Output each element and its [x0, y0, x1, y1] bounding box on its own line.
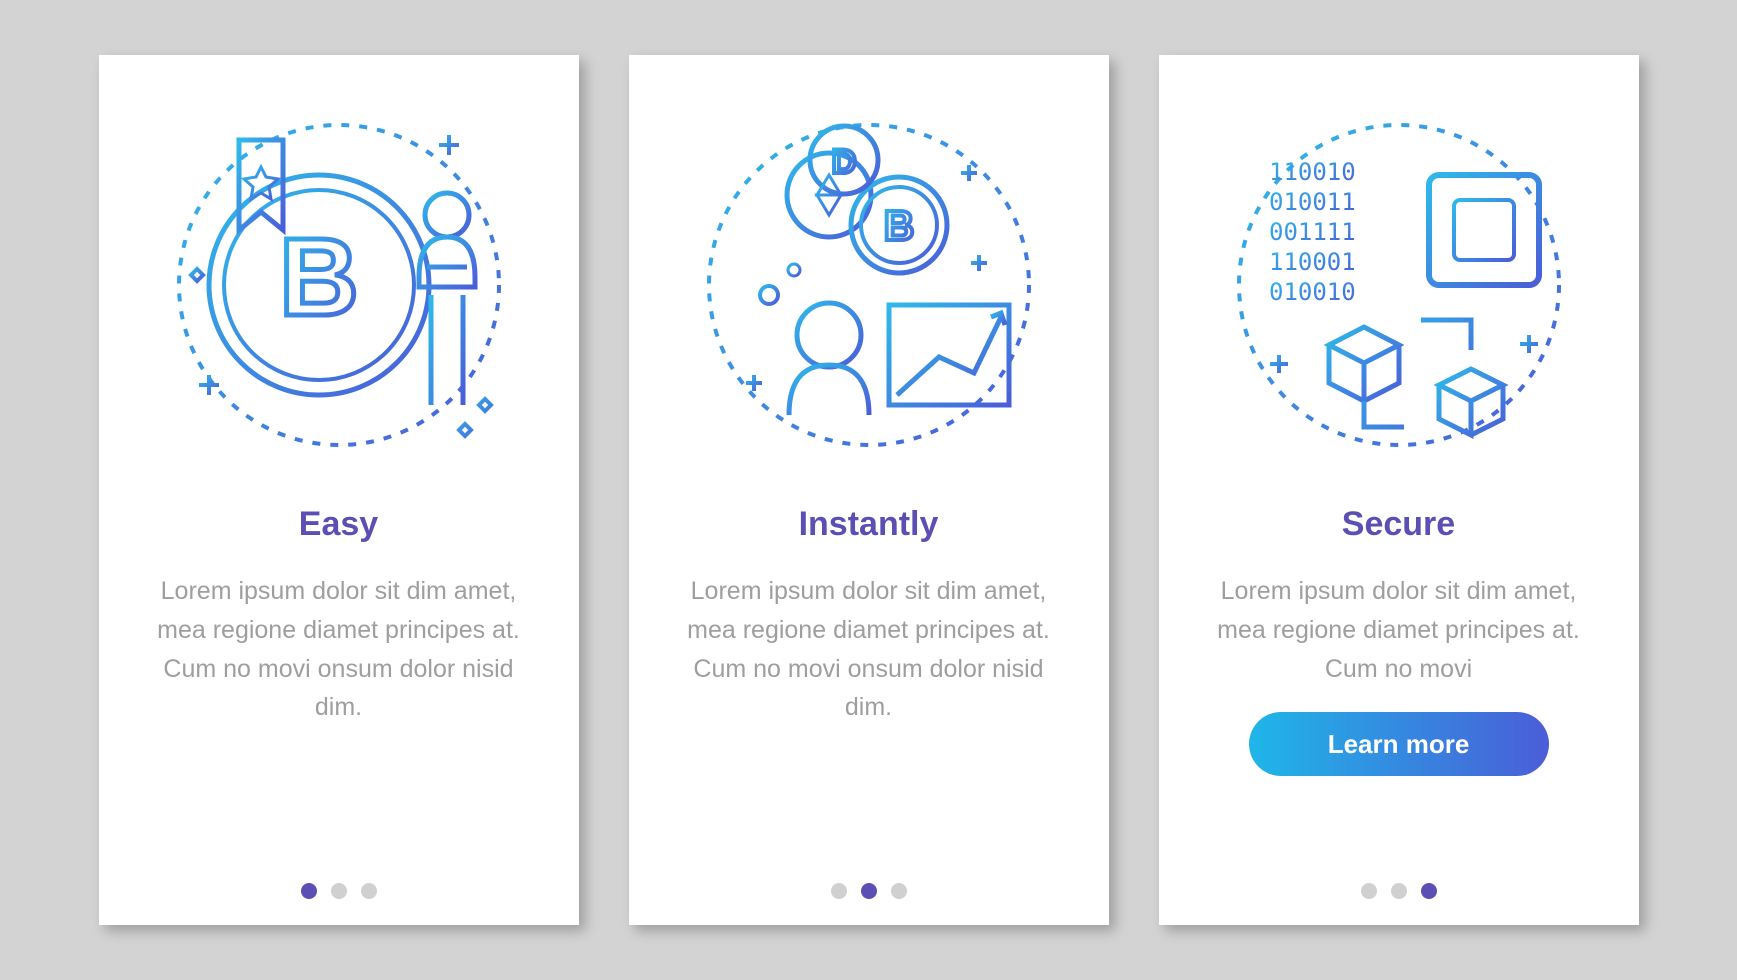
svg-text:D: D — [831, 143, 856, 181]
dot-3[interactable] — [361, 883, 377, 899]
onboarding-card-3: 110010 010011 001111 110001 010010 — [1159, 55, 1639, 925]
svg-text:010011: 010011 — [1269, 188, 1356, 216]
svg-text:010010: 010010 — [1269, 278, 1356, 306]
card-title: Secure — [1342, 505, 1455, 544]
dot-2[interactable] — [331, 883, 347, 899]
page-indicator — [831, 883, 907, 899]
card-description: Lorem ipsum dolor sit dim amet, mea regi… — [1209, 572, 1589, 688]
dot-2[interactable] — [861, 883, 877, 899]
svg-text:B: B — [883, 202, 913, 249]
page-indicator — [1361, 883, 1437, 899]
dot-1[interactable] — [831, 883, 847, 899]
svg-text:001111: 001111 — [1269, 218, 1356, 246]
dot-3[interactable] — [891, 883, 907, 899]
learn-more-button[interactable]: Learn more — [1249, 712, 1549, 776]
svg-text:B: B — [279, 216, 358, 339]
onboarding-card-2: B D Instantly Lorem ipsum dolor sit dim … — [629, 55, 1109, 925]
svg-text:110001: 110001 — [1269, 248, 1356, 276]
dot-1[interactable] — [301, 883, 317, 899]
dot-2[interactable] — [1391, 883, 1407, 899]
dot-3[interactable] — [1421, 883, 1437, 899]
bitcoin-user-icon: B — [149, 95, 529, 475]
card-title: Easy — [299, 505, 378, 544]
page-indicator — [301, 883, 377, 899]
card-title: Instantly — [799, 505, 939, 544]
card-description: Lorem ipsum dolor sit dim amet, mea regi… — [149, 572, 529, 727]
svg-text:110010: 110010 — [1269, 158, 1356, 186]
coins-chart-icon: B D — [679, 95, 1059, 475]
chip-binary-icon: 110010 010011 001111 110001 010010 — [1209, 95, 1589, 475]
dot-1[interactable] — [1361, 883, 1377, 899]
onboarding-card-1: B Easy Lorem ipsum dolor sit dim amet, m… — [99, 55, 579, 925]
card-description: Lorem ipsum dolor sit dim amet, mea regi… — [679, 572, 1059, 727]
